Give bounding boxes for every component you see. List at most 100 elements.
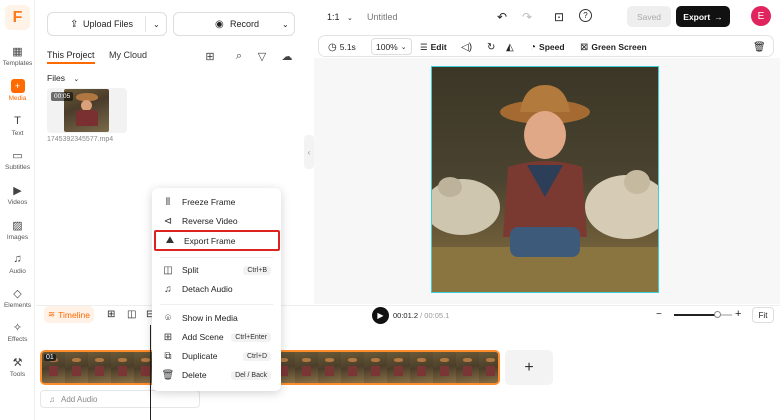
help-icon[interactable]: ? [579,9,592,22]
video-preview[interactable] [431,66,659,293]
menu-divider [160,257,273,258]
clip-thumbnail-frame [479,352,498,383]
menu-item-delete[interactable]: 🗑 Delete Del / Back [152,366,281,384]
trash-icon[interactable]: 🗑 [753,40,766,54]
menu-item-freeze-frame[interactable]: ⫴ Freeze Frame [152,193,281,211]
tab-timeline[interactable]: ≋ Timeline [44,306,94,323]
text-icon: T [14,115,21,127]
music-icon: ♫ [164,283,172,295]
new-folder-icon[interactable]: ⊞ [203,49,217,63]
menu-item-add-scene[interactable]: ⊞ Add Scene Ctrl+Enter [152,328,281,346]
zoom-slider[interactable] [674,311,732,318]
clip-thumbnail-frame [456,352,479,383]
green-screen-button[interactable]: ⊠ Green Screen [580,40,647,54]
menu-item-show-in-media[interactable]: ⌾ Show in Media [152,309,281,327]
split-icon[interactable]: ◫ [127,309,136,320]
clip-number: 01 [44,354,56,361]
user-avatar[interactable]: E [751,6,771,26]
sidebar-item-label: Media [8,95,27,102]
split-icon: ◫ [163,264,173,276]
volume-icon[interactable]: ◁) [461,40,472,54]
zoom-select[interactable]: 100% ⌄ [371,38,412,55]
zoom-out-icon[interactable]: − [656,309,662,320]
add-scene-button[interactable]: + [505,350,553,385]
sidebar-item-label: Subtitles [5,164,30,171]
sidebar-item-media[interactable]: + Media [0,79,35,111]
search-icon[interactable]: ⌕ [232,49,246,63]
clip-thumbnail-frame [111,352,134,383]
record-button[interactable]: ◉ Record ⌄ [173,12,295,36]
edit-button[interactable]: ☰ Edit [420,40,447,54]
undo-icon[interactable]: ↶ [497,10,507,24]
speed-button[interactable]: ◔ Speed [530,40,565,54]
menu-item-export-frame[interactable]: ⛰ Export Frame [154,230,280,251]
sidebar-item-subtitles[interactable]: ▭ Subtitles [0,148,35,180]
sidebar-item-images[interactable]: ▨ Images [0,218,35,250]
shortcut-badge: Ctrl+D [242,351,271,361]
play-icon: ▶ [377,311,384,320]
collapse-panel-handle[interactable]: ‹ [304,135,314,169]
toolbox-icon: ⚒ [12,356,23,369]
sparkle-icon: ✧ [12,321,23,334]
saved-button[interactable]: Saved [627,6,671,27]
clip-thumbnail-frame [341,352,364,383]
redo-icon[interactable]: ↷ [522,10,532,24]
upload-files-button[interactable]: ⇪ Upload Files ⌄ [47,12,167,36]
tab-my-cloud[interactable]: My Cloud [109,50,147,60]
clip-thumbnail-frame [88,352,111,383]
zoom-in-icon[interactable]: + [735,308,741,320]
shortcut-badge: Ctrl+Enter [231,332,271,342]
upload-icon: ⇪ [70,18,79,30]
sidebar-item-label: Elements [3,302,32,309]
screen-capture-icon[interactable]: ⊡ [554,10,564,24]
add-icon[interactable]: ⊞ [107,309,115,320]
speed-label: Speed [539,42,565,52]
app-logo[interactable]: F [5,5,30,30]
aspect-ratio-select[interactable]: 1:1 ⌄ [327,12,353,22]
duration-control[interactable]: ◷ 5.1s [328,40,356,54]
green-screen-icon: ⊠ [580,41,589,53]
fit-button[interactable]: Fit [752,307,774,323]
sidebar-item-label: Templates [2,60,33,67]
sidebar-item-audio[interactable]: ♫ Audio [0,252,35,284]
menu-item-split[interactable]: ◫ Split Ctrl+B [152,261,281,279]
playhead[interactable] [150,325,151,420]
chevron-down-icon: ⌄ [73,76,80,83]
location-icon: ⌾ [165,312,171,324]
menu-item-reverse-video[interactable]: ⊲ Reverse Video [152,212,281,230]
chevron-down-icon[interactable]: ⌄ [282,20,289,29]
add-audio-button[interactable]: ♫ Add Audio [40,390,200,408]
sidebar-item-effects[interactable]: ✧ Effects [0,320,35,352]
files-label: Files [47,73,65,83]
chevron-down-icon[interactable]: ⌄ [153,20,160,29]
sidebar-item-videos[interactable]: ▶ Videos [0,183,35,215]
menu-item-detach-audio[interactable]: ♫ Detach Audio [152,280,281,298]
shapes-icon: ◇ [13,287,22,300]
file-name: 1745392345577.mp4 [47,136,114,143]
flip-icon[interactable]: ◭ [506,40,514,54]
rotate-icon[interactable]: ↻ [487,40,495,54]
tab-this-project[interactable]: This Project [47,50,95,64]
media-icon: + [10,79,25,93]
filter-icon[interactable]: ▽ [255,49,269,63]
clip-thumbnail-frame [295,352,318,383]
zoom-slider-handle[interactable] [714,311,721,318]
play-button[interactable]: ▶ [372,307,389,324]
duration-label: 5.1s [339,42,356,52]
sidebar-item-text[interactable]: T Text [0,114,35,146]
add-icon: ⊞ [163,331,173,343]
chevron-down-icon: ⌄ [400,43,407,51]
sidebar-item-templates[interactable]: ▦ Templates [0,44,35,76]
files-section-header[interactable]: Files ⌄ [47,73,79,83]
menu-item-duplicate[interactable]: ⧉ Duplicate Ctrl+D [152,347,281,365]
grid-icon: ▦ [12,45,23,58]
cloud-icon[interactable]: ☁ [280,49,294,63]
subtitles-icon: ▭ [12,149,23,162]
sidebar-item-tools[interactable]: ⚒ Tools [0,355,35,387]
top-bar: 1:1 ⌄ Untitled ↶ ↷ ⊡ ? Saved Export → E [314,0,780,34]
export-button[interactable]: Export → [676,6,730,27]
project-title[interactable]: Untitled [367,12,398,22]
record-label: Record [230,19,260,29]
menu-divider [160,304,273,305]
sidebar-item-elements[interactable]: ◇ Elements [0,286,35,318]
